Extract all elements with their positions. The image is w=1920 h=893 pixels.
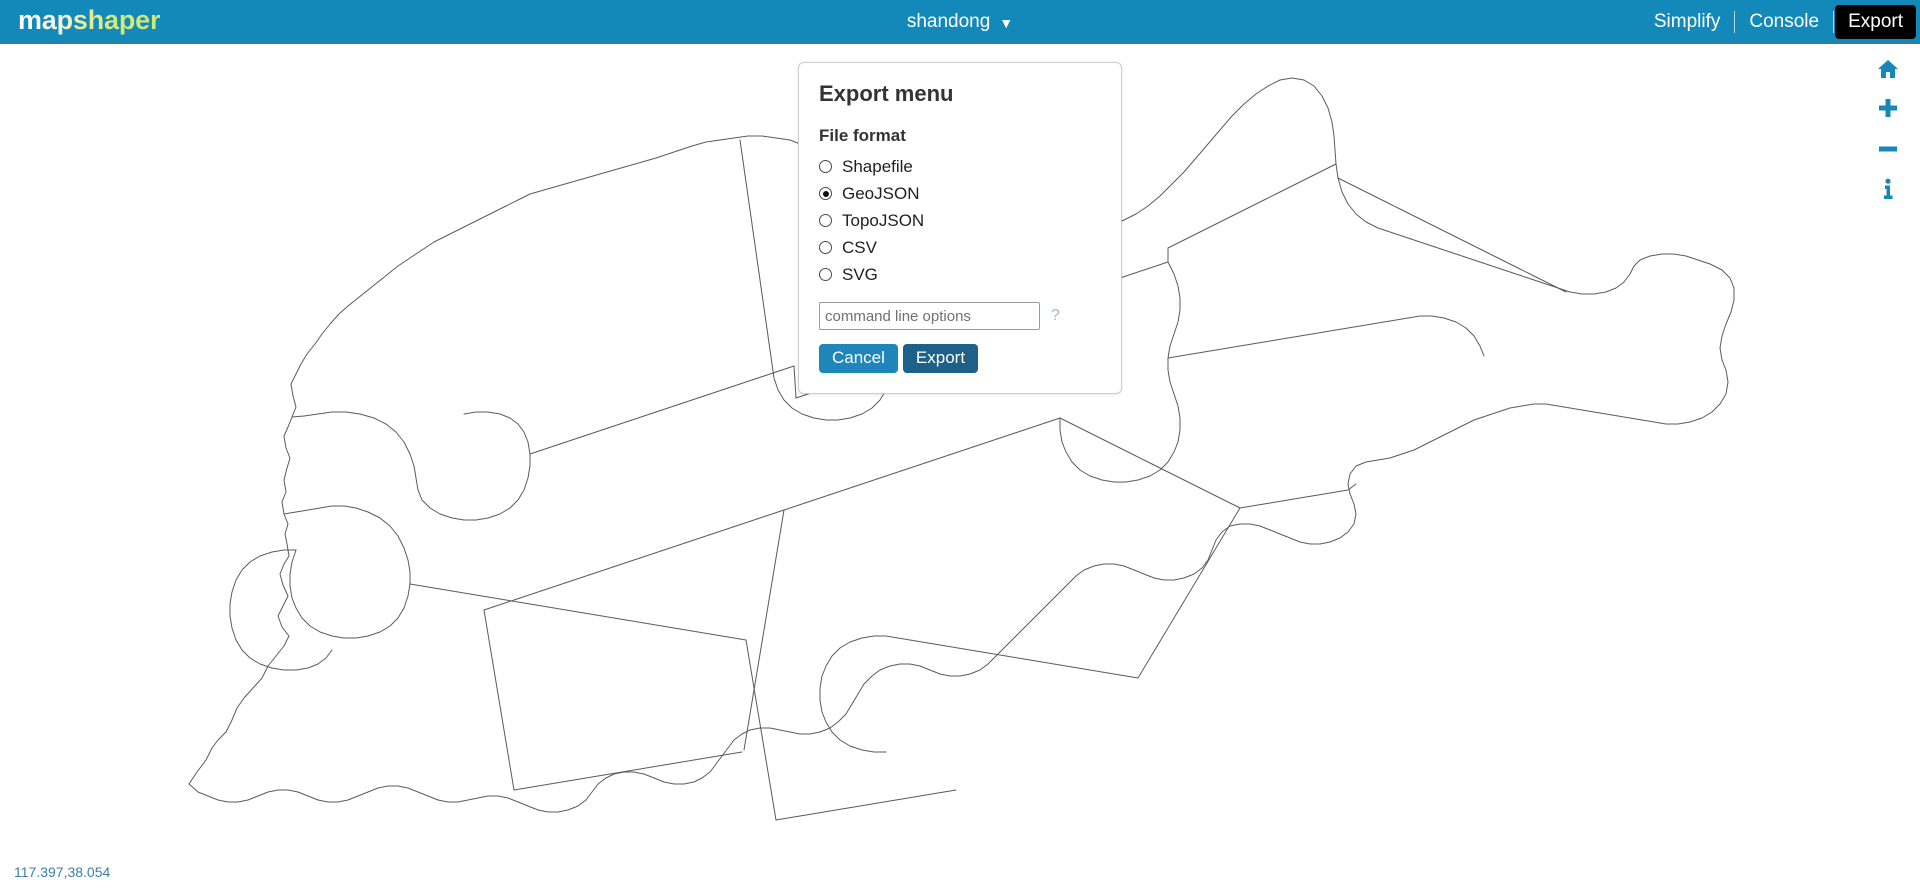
dialog-button-row: Cancel Export bbox=[819, 344, 1101, 373]
menu-divider bbox=[1833, 11, 1835, 33]
format-option-csv[interactable]: CSV bbox=[819, 234, 1101, 261]
radio-icon[interactable] bbox=[819, 268, 832, 281]
file-title-container: shandong ▼ bbox=[0, 0, 1920, 44]
format-option-geojson[interactable]: GeoJSON bbox=[819, 180, 1101, 207]
format-option-shapefile[interactable]: Shapefile bbox=[819, 153, 1101, 180]
menu-export-button[interactable]: Export bbox=[1835, 5, 1916, 39]
export-menu-dialog: Export menu File format Shapefile GeoJSO… bbox=[798, 62, 1122, 394]
map-tools bbox=[1870, 56, 1906, 202]
command-line-options-input[interactable] bbox=[819, 302, 1040, 330]
radio-icon[interactable] bbox=[819, 241, 832, 254]
app-logo: mapshaper bbox=[18, 5, 161, 35]
chevron-down-icon: ▼ bbox=[999, 15, 1014, 31]
help-icon[interactable]: ? bbox=[1051, 307, 1060, 325]
top-bar: mapshaper shandong ▼ Simplify Console Ex… bbox=[0, 0, 1920, 44]
command-options-row: ? bbox=[819, 302, 1101, 330]
menu-console-button[interactable]: Console bbox=[1736, 5, 1832, 39]
format-option-label: GeoJSON bbox=[842, 183, 920, 203]
radio-icon[interactable] bbox=[819, 160, 832, 173]
zoom-in-icon[interactable] bbox=[1873, 96, 1903, 122]
format-option-topojson[interactable]: TopoJSON bbox=[819, 207, 1101, 234]
home-icon[interactable] bbox=[1873, 56, 1903, 82]
format-option-label: TopoJSON bbox=[842, 210, 925, 230]
radio-icon[interactable] bbox=[819, 214, 832, 227]
export-menu-title: Export menu bbox=[819, 81, 954, 106]
cancel-button[interactable]: Cancel bbox=[819, 344, 898, 373]
format-option-label: SVG bbox=[842, 264, 878, 284]
info-icon[interactable] bbox=[1873, 176, 1903, 202]
menu-divider bbox=[1734, 11, 1736, 33]
top-menu: Simplify Console Export bbox=[1641, 0, 1916, 44]
format-option-label: Shapefile bbox=[842, 156, 913, 176]
zoom-out-icon[interactable] bbox=[1873, 136, 1903, 162]
file-format-label: File format bbox=[819, 126, 906, 145]
file-selector[interactable]: shandong ▼ bbox=[903, 9, 1017, 35]
file-format-radio-group: Shapefile GeoJSON TopoJSON CSV SVG bbox=[819, 153, 1101, 288]
format-option-svg[interactable]: SVG bbox=[819, 261, 1101, 288]
coordinate-readout: 117.397,38.054 bbox=[14, 864, 111, 880]
file-title-label: shandong bbox=[906, 11, 991, 32]
export-button[interactable]: Export bbox=[902, 344, 979, 373]
format-option-label: CSV bbox=[842, 237, 877, 257]
menu-simplify-button[interactable]: Simplify bbox=[1641, 5, 1734, 39]
radio-icon-selected[interactable] bbox=[819, 187, 832, 200]
